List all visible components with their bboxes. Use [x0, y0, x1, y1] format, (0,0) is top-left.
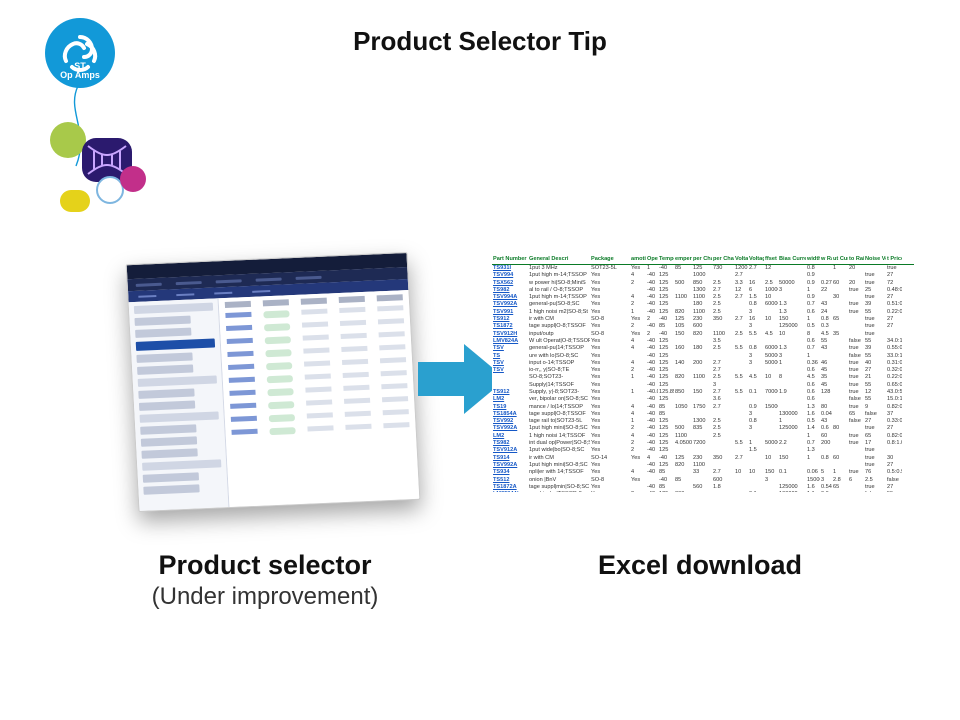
excel-screenshot: Part NumberGeneral DescriPackageamotiveO… [492, 256, 914, 492]
caption-left: Product selector (Under improvement) [110, 550, 420, 611]
caption-left-sub: (Under improvement) [110, 583, 420, 611]
caption-right: Excel download [520, 550, 880, 581]
slide-title: Product Selector Tip [0, 26, 960, 57]
st-opamps-logo: STOp Amps [45, 18, 115, 88]
product-selector-screenshot [126, 252, 421, 512]
home-icon [50, 122, 86, 158]
caption-left-title: Product selector [110, 550, 420, 581]
icon-cluster [50, 120, 160, 230]
caption-right-title: Excel download [520, 550, 880, 581]
bubble-icon [120, 166, 146, 192]
key-icon [60, 190, 90, 212]
